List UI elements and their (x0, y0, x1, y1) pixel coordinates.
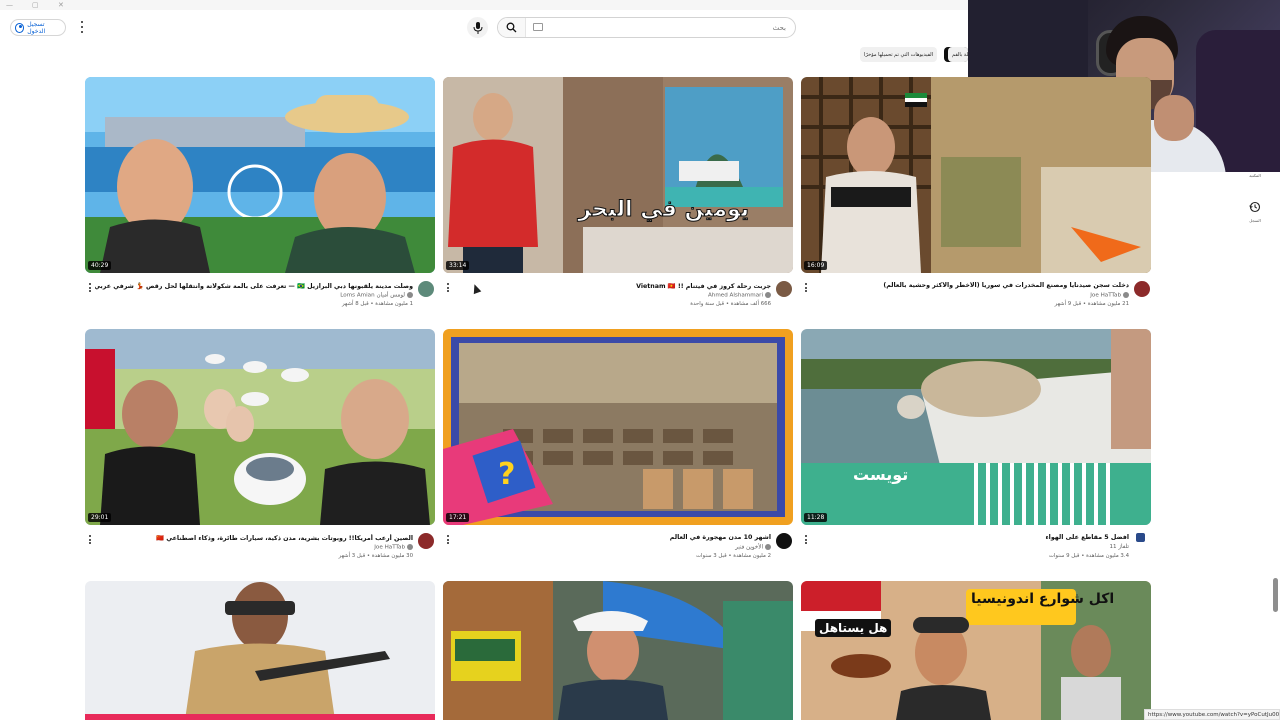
video-title[interactable]: أشهر 10 مدن مهجورة في العالم (453, 534, 771, 541)
channel-avatar[interactable] (418, 533, 434, 549)
sidebar-item-label: المكتبة (1249, 173, 1261, 178)
more-actions-icon[interactable] (87, 534, 93, 545)
video-stats: 21 مليون مشاهدة • قبل 9 أشهر (1054, 301, 1129, 307)
channel-name[interactable]: Ahmed Alshammari (708, 292, 771, 299)
account-icon (15, 22, 25, 33)
history-icon (1249, 201, 1261, 213)
signin-label: تسجيل الدخول (27, 20, 46, 35)
video-stats: 2 مليون مشاهدة • قبل 3 سنوات (695, 553, 771, 559)
search-icon (506, 22, 517, 33)
video-meta: أشهر 10 مدن مهجورة في العالم الأخوين فنب… (443, 529, 793, 565)
video-thumbnail[interactable] (85, 581, 435, 720)
video-title[interactable]: الصين أرعب أمريكا!! روبوتات بشرية، مدن ذ… (95, 534, 413, 542)
video-title[interactable]: دخلت سجن صيدنايا ومصنع المخدرات في سوريا… (811, 282, 1129, 289)
video-thumbnail[interactable]: 29:01 (85, 329, 435, 525)
channel-avatar[interactable] (1134, 281, 1150, 297)
video-thumbnail[interactable]: تويست 11:28 (801, 329, 1151, 525)
video-stats: 1 مليون مشاهدة • قبل 8 أشهر (342, 301, 413, 307)
status-url: https://www.youtube.com/watch?v=yPoCutJu… (1144, 709, 1280, 720)
signin-button[interactable]: تسجيل الدخول (10, 19, 66, 36)
thumbnail-overlay-text: هل يستاهل (815, 619, 892, 637)
video-title[interactable]: أفضل 5 مقاطع على الهواء (811, 534, 1129, 541)
video-meta: الصين أرعب أمريكا!! روبوتات بشرية، مدن ذ… (85, 529, 435, 565)
thumbnail-overlay-text: يومين في البحر (578, 197, 750, 223)
video-stats: 3.4 مليون مشاهدة • قبل 9 سنوات (1048, 553, 1129, 559)
channel-avatar[interactable] (418, 281, 434, 297)
thumbnail-overlay-text: تويست (853, 465, 909, 484)
close-icon[interactable]: ✕ (58, 1, 64, 9)
more-actions-icon[interactable] (803, 282, 809, 293)
right-sidebar: المكتبة السجل (1232, 172, 1280, 720)
video-stats: 666 ألف مشاهدة • قبل سنة واحدة (690, 301, 771, 307)
channel-name[interactable]: تلفاز 11 (1109, 544, 1129, 550)
chip-recently-uploaded[interactable]: الفيديوهات التي تم تحميلها مؤخرًا (860, 47, 938, 62)
microphone-icon (473, 21, 482, 34)
scrollbar-thumb[interactable] (1273, 578, 1278, 612)
video-thumbnail[interactable]: 40:29 (85, 77, 435, 273)
video-duration: 29:01 (88, 513, 112, 522)
video-meta: أفضل 5 مقاطع على الهواء تلفاز 11 3.4 ملي… (801, 529, 1151, 565)
channel-avatar[interactable] (776, 533, 792, 549)
video-duration: 40:29 (88, 261, 112, 270)
video-meta: جربت رحلة كروز في فيتنام !! Vietnam 🇻🇳 A… (443, 277, 793, 313)
video-duration: 16:09 (804, 261, 828, 270)
channel-name[interactable]: الأخوين فنبر (735, 544, 771, 551)
video-duration: 33:14 (446, 261, 470, 270)
more-actions-icon[interactable] (445, 282, 451, 293)
video-duration: 17:21 (446, 513, 470, 522)
sidebar-item-label: السجل (1249, 218, 1261, 223)
verified-icon (1123, 292, 1129, 298)
search-button[interactable] (498, 18, 526, 37)
verified-icon (407, 544, 413, 550)
keyboard-icon[interactable] (533, 23, 543, 31)
sidebar-item-history[interactable]: السجل (1244, 198, 1266, 223)
channel-avatar[interactable] (776, 281, 792, 297)
voice-search-button[interactable] (467, 17, 488, 38)
more-actions-icon[interactable] (445, 534, 451, 545)
channel-avatar[interactable] (1136, 533, 1145, 542)
chip-related[interactable]: ذات صلة بالقم (948, 47, 982, 62)
thumbnail-overlay-text: اكل شوارع اندونيسيا (971, 591, 1115, 607)
channel-name[interactable]: Joe HaTTab (374, 544, 413, 551)
video-thumbnail[interactable] (443, 581, 793, 720)
video-meta: وصلت مدينة يلقبونها دبي البرازيل 🇧🇷 — تع… (85, 277, 435, 313)
search-input[interactable] (548, 20, 786, 35)
video-meta: دخلت سجن صيدنايا ومصنع المخدرات في سوريا… (801, 277, 1151, 313)
video-title[interactable]: وصلت مدينة يلقبونها دبي البرازيل 🇧🇷 — تع… (95, 282, 413, 290)
minimize-icon[interactable]: — (6, 1, 13, 9)
video-stats: 30 مليون مشاهدة • قبل 3 أشهر (338, 553, 413, 559)
settings-more-icon[interactable] (78, 20, 86, 34)
more-actions-icon[interactable] (87, 282, 93, 293)
verified-icon (765, 544, 771, 550)
verified-icon (407, 292, 413, 298)
video-thumbnail[interactable]: ? 17:21 (443, 329, 793, 525)
search-box (497, 17, 796, 38)
video-thumbnail[interactable]: اكل شوارع اندونيسيا هل يستاهل (801, 581, 1151, 720)
video-thumbnail[interactable]: يومين في البحر 33:14 (443, 77, 793, 273)
maximize-icon[interactable]: ▢ (32, 1, 39, 9)
video-title[interactable]: جربت رحلة كروز في فيتنام !! Vietnam 🇻🇳 (453, 282, 771, 290)
more-actions-icon[interactable] (803, 534, 809, 545)
svg-text:?: ? (498, 457, 515, 492)
video-duration: 11:28 (804, 513, 828, 522)
channel-name[interactable]: Loms Amian لومس أميان (340, 292, 413, 299)
sidebar-item-library[interactable]: المكتبة (1244, 172, 1266, 178)
channel-name[interactable]: Joe HaTTab (1090, 292, 1129, 299)
masthead: تسجيل الدخول (0, 10, 968, 46)
verified-icon (765, 292, 771, 298)
video-thumbnail[interactable]: 16:09 (801, 77, 1151, 273)
